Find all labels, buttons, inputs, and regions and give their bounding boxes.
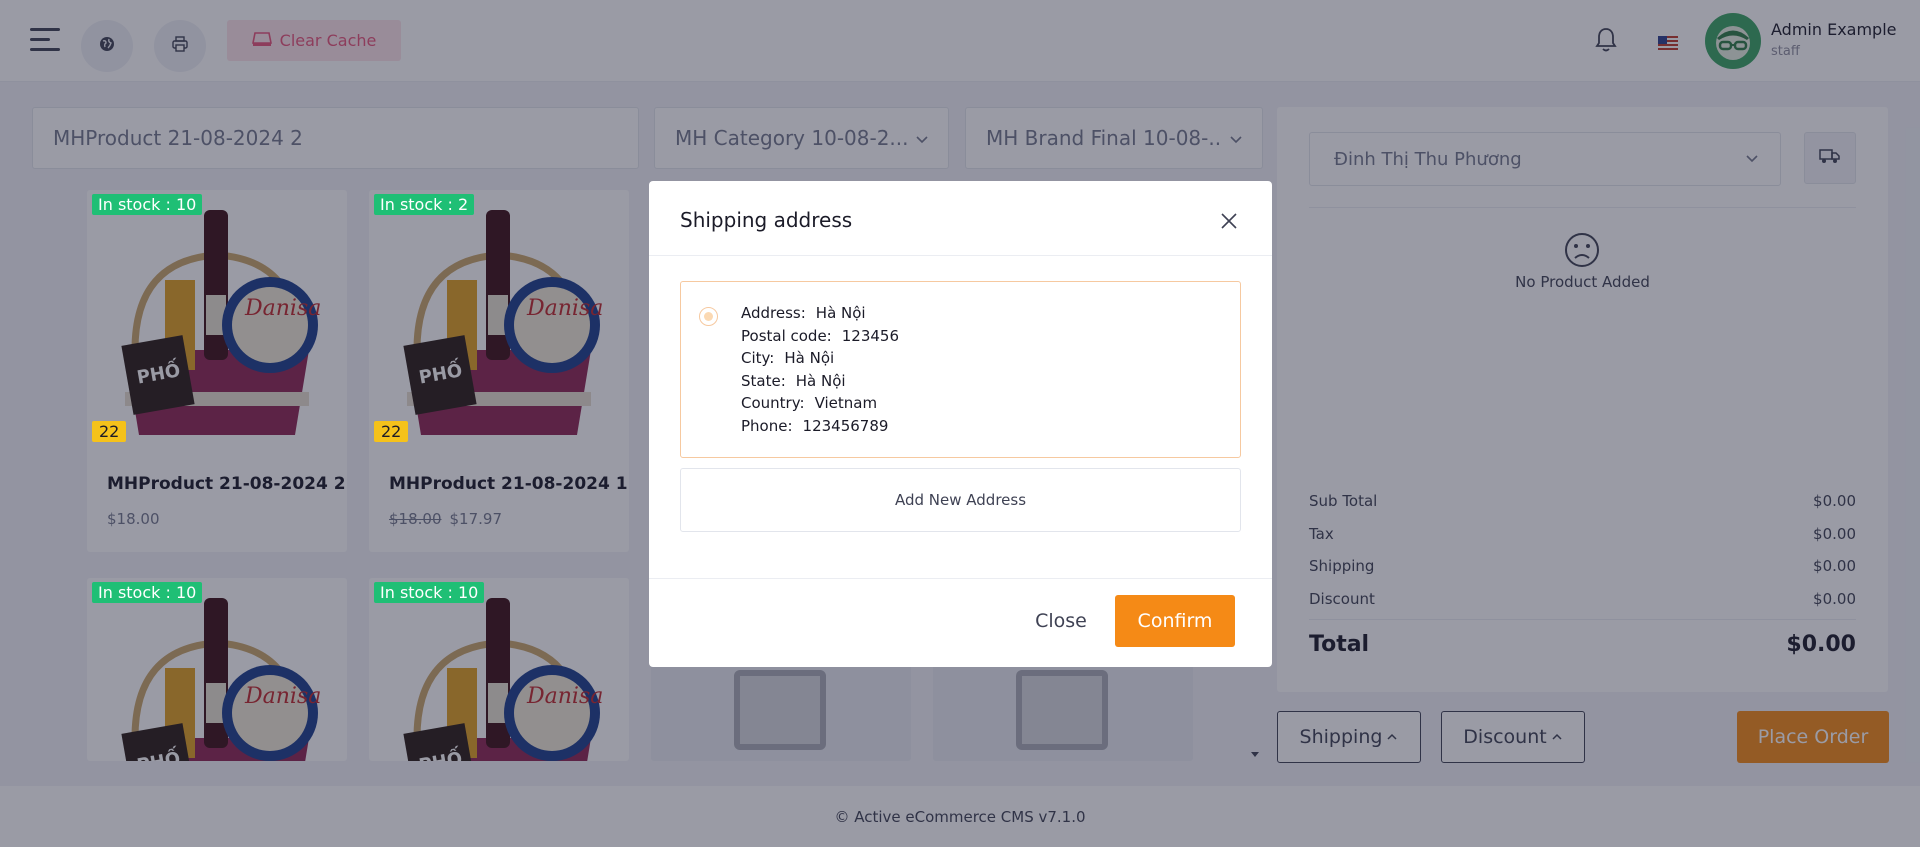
modal-title: Shipping address: [680, 208, 853, 232]
address-radio[interactable]: [699, 307, 718, 326]
state-line: State: Hà Nội: [741, 371, 846, 390]
count-badge: 22: [92, 421, 127, 442]
add-new-address-button[interactable]: Add New Address: [680, 468, 1241, 532]
country-line: Country: Vietnam: [741, 394, 878, 413]
close-icon[interactable]: [1216, 208, 1242, 234]
divider: [649, 578, 1272, 579]
shipping-address-modal: Shipping address Address: Hà Nội Postal c…: [649, 181, 1272, 667]
phone-line: Phone: 123456789: [741, 416, 889, 435]
count-badge: 22: [374, 421, 409, 442]
stock-badge: In stock : 10: [374, 582, 485, 603]
divider: [649, 255, 1272, 256]
stock-badge: In stock : 10: [92, 582, 203, 603]
city-line: City: Hà Nội: [741, 349, 835, 368]
address-details: Address: Hà Nội Postal code: 123456 City: H…: [741, 302, 899, 438]
close-button[interactable]: Close: [1021, 595, 1101, 647]
address-option[interactable]: Address: Hà Nội Postal code: 123456 City: H…: [680, 281, 1241, 458]
confirm-button[interactable]: Confirm: [1115, 595, 1235, 647]
stock-badge: In stock : 2: [374, 194, 475, 215]
address-line: Address: Hà Nội: [741, 304, 866, 322]
stock-badge: In stock : 10: [92, 194, 203, 215]
postal-code-line: Postal code: 123456: [741, 326, 900, 345]
